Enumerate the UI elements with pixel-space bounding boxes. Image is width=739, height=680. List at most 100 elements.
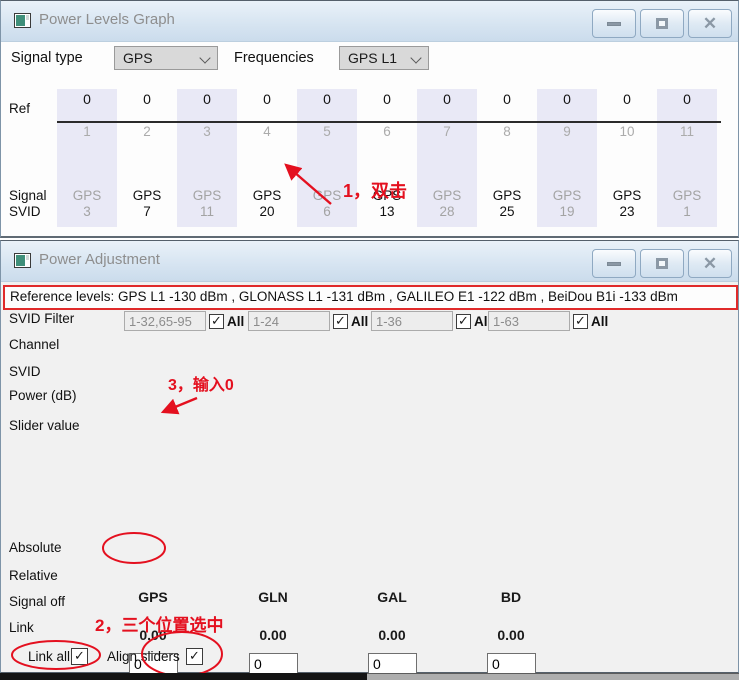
power-db-label: Power (dB): [9, 388, 77, 403]
graph-channel-column[interactable]: 0 10 GPS 23: [597, 89, 657, 227]
maximize-button[interactable]: [640, 249, 684, 278]
svid-filter-all-checkbox[interactable]: ✓: [573, 314, 588, 329]
channel-ref-value: 0: [477, 91, 537, 107]
channel-svid: 20: [237, 204, 297, 219]
channel-ref-value: 0: [177, 91, 237, 107]
svid-filter-all-checkbox[interactable]: ✓: [333, 314, 348, 329]
svid-filter-all-checkbox[interactable]: ✓: [456, 314, 471, 329]
channel-svid: 19: [537, 204, 597, 219]
graph-window-titlebar: Power Levels Graph ✕: [1, 1, 738, 42]
close-icon: ✕: [703, 255, 717, 272]
minimize-icon: [607, 22, 621, 26]
svid-filter-field[interactable]: 1-32,65-95: [124, 311, 206, 331]
channel-number: 3: [177, 124, 237, 139]
column-header: GPS: [123, 589, 183, 605]
close-button[interactable]: ✕: [688, 249, 732, 278]
channel-signal: GPS: [477, 188, 537, 203]
channel-signal: GPS: [177, 188, 237, 203]
channel-svid: 13: [357, 204, 417, 219]
svid-filter-group: 1-32,65-95 ✓ All: [124, 310, 244, 332]
graph-channel-column[interactable]: 0 7 GPS 28: [417, 89, 477, 227]
frequencies-dropdown[interactable]: GPS L1: [339, 46, 429, 70]
column-header: BD: [481, 589, 541, 605]
channel-ref-value: 0: [297, 91, 357, 107]
channel-number: 1: [57, 124, 117, 139]
channel-signal: GPS: [237, 188, 297, 203]
graph-channel-column[interactable]: 0 2 GPS 7: [117, 89, 177, 227]
chevron-down-icon: [410, 52, 421, 63]
graph-channel-column[interactable]: 0 5 GPS 6: [297, 89, 357, 227]
channel-number: 7: [417, 124, 477, 139]
graph-channel-column[interactable]: 0 1 GPS 3: [57, 89, 117, 227]
channel-svid: 28: [417, 204, 477, 219]
channel-svid: 1: [657, 204, 717, 219]
column-header: GAL: [362, 589, 422, 605]
slider-value-input[interactable]: [487, 653, 536, 674]
close-icon: ✕: [703, 15, 717, 32]
app-icon: [14, 253, 31, 268]
channel-ref-value: 0: [57, 91, 117, 107]
channel-ref-value: 0: [657, 91, 717, 107]
channel-ref-value: 0: [537, 91, 597, 107]
graph-channel-column[interactable]: 0 9 GPS 19: [537, 89, 597, 227]
power-value: 0.00: [362, 627, 422, 643]
svid-filter-label: SVID Filter: [9, 311, 74, 326]
frequencies-value: GPS L1: [348, 50, 397, 66]
link-all-checkbox[interactable]: ✓: [71, 648, 88, 665]
channel-number: 4: [237, 124, 297, 139]
align-sliders-checkbox[interactable]: ✓: [186, 648, 203, 665]
graph-channel-column[interactable]: 0 3 GPS 11: [177, 89, 237, 227]
align-sliders-label: Align sliders: [107, 649, 180, 664]
adjust-window-titlebar: Power Adjustment ✕: [1, 241, 738, 282]
annotation-step2: 2，三个位置选中: [95, 611, 223, 636]
absolute-label: Absolute: [9, 540, 62, 555]
relative-label: Relative: [9, 568, 58, 583]
signal-type-dropdown[interactable]: GPS: [114, 46, 218, 70]
slider-value-label: Slider value: [9, 418, 80, 433]
adjust-column: GLN 0.00 + ✓ ✓: [243, 581, 303, 680]
channel-svid: 3: [57, 204, 117, 219]
slider-value-input[interactable]: [249, 653, 298, 674]
link-label: Link: [9, 620, 34, 635]
svid-filter-group: 1-24 ✓ All: [248, 310, 368, 332]
graph-channel-column[interactable]: 0 6 GPS 13: [357, 89, 417, 227]
svid-row-label: SVID: [9, 204, 41, 219]
channel-ref-value: 0: [357, 91, 417, 107]
svid-filter-field[interactable]: 1-63: [488, 311, 570, 331]
taskbar-strip: [0, 673, 367, 680]
channel-number: 5: [297, 124, 357, 139]
minimize-button[interactable]: [592, 9, 636, 38]
signal-type-label: Signal type: [11, 50, 83, 66]
graph-axis-line: [57, 121, 721, 123]
channel-ref-value: 0: [237, 91, 297, 107]
graph-channel-column[interactable]: 0 11 GPS 1: [657, 89, 717, 227]
svid-filter-group: 1-63 ✓ All: [488, 310, 608, 332]
minimize-button[interactable]: [592, 249, 636, 278]
channel-ref-value: 0: [417, 91, 477, 107]
screen: Power Levels Graph ✕ Signal type GPS Fre…: [0, 0, 739, 680]
channel-signal: GPS: [537, 188, 597, 203]
frequencies-label: Frequencies: [234, 50, 314, 66]
power-value: 0.00: [481, 627, 541, 643]
channel-ref-value: 0: [597, 91, 657, 107]
close-button[interactable]: ✕: [688, 9, 732, 38]
svid-filter-field[interactable]: 1-24: [248, 311, 330, 331]
taskbar-strip: [367, 673, 739, 680]
svid-filter-all-label: All: [351, 314, 368, 329]
graph-channel-column[interactable]: 0 4 GPS 20: [237, 89, 297, 227]
chevron-down-icon: [199, 52, 210, 63]
maximize-button[interactable]: [640, 9, 684, 38]
slider-value-input[interactable]: [368, 653, 417, 674]
svid-filter-group: 1-36 ✓ All: [371, 310, 491, 332]
channel-svid: 25: [477, 204, 537, 219]
link-all-label: Link all: [28, 649, 70, 664]
graph-channel-column[interactable]: 0 8 GPS 25: [477, 89, 537, 227]
maximize-icon: [656, 258, 668, 269]
reference-levels-text: Reference levels: GPS L1 -130 dBm , GLON…: [5, 287, 736, 304]
svid-filter-field[interactable]: 1-36: [371, 311, 453, 331]
channel-number: 2: [117, 124, 177, 139]
signal-off-label: Signal off: [9, 594, 65, 609]
channel-label: Channel: [9, 337, 59, 352]
svid-filter-all-checkbox[interactable]: ✓: [209, 314, 224, 329]
channel-signal: GPS: [597, 188, 657, 203]
